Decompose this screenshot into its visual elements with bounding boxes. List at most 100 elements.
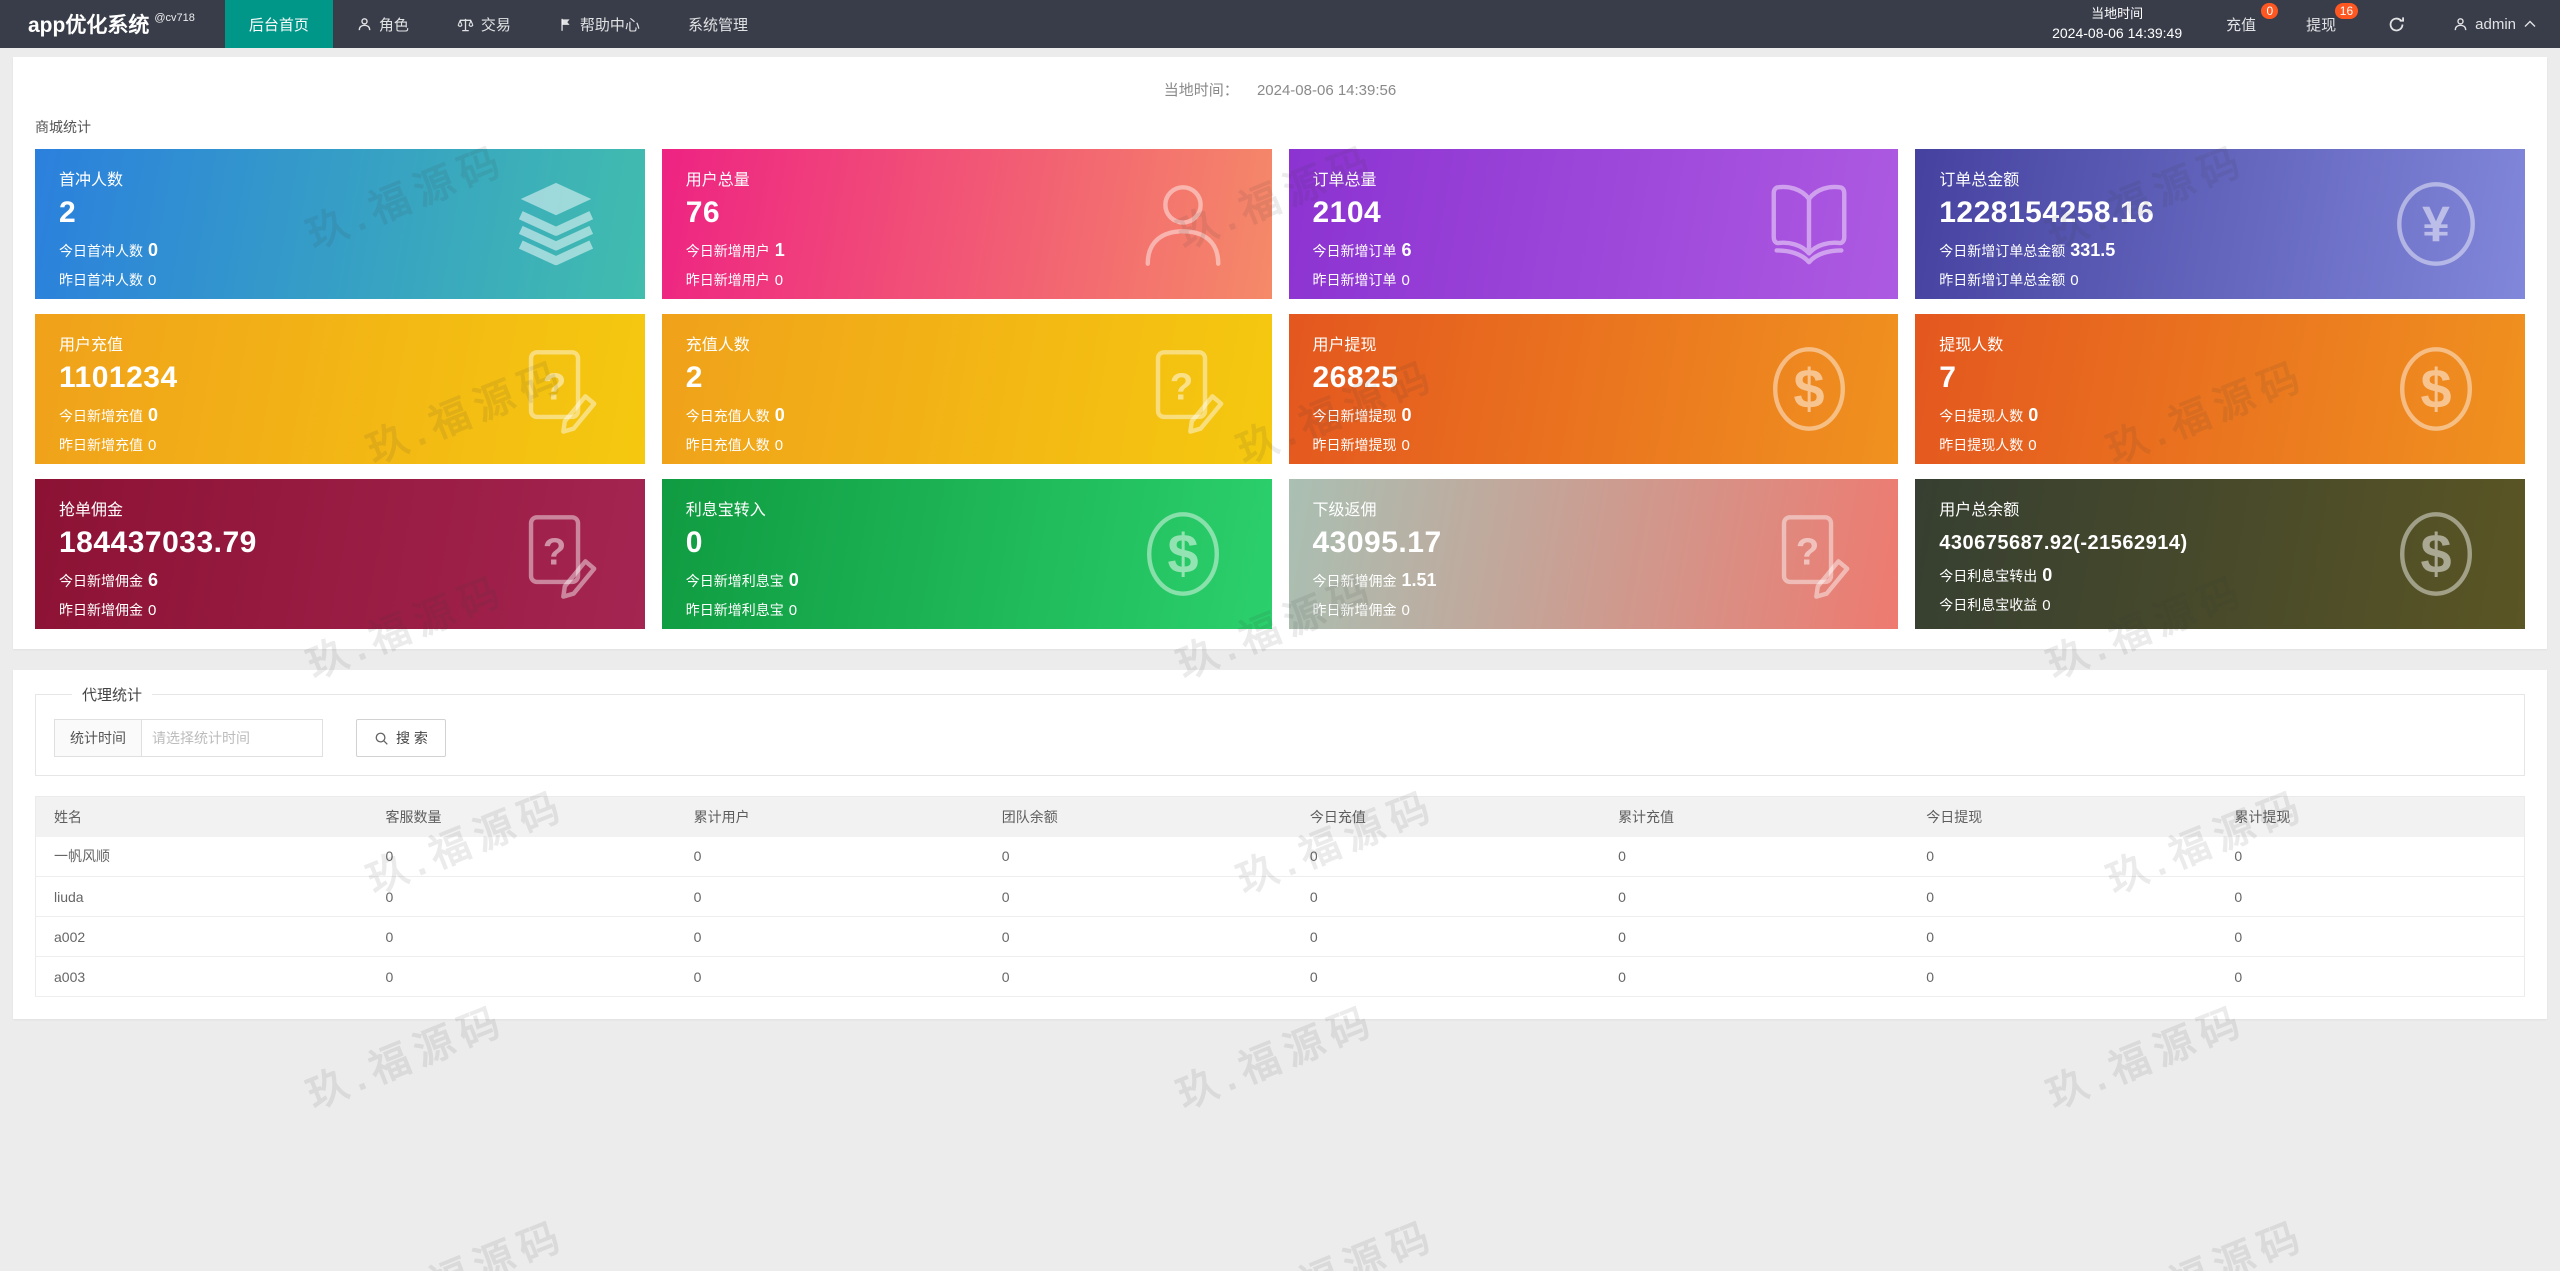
- svg-text:$: $: [1167, 522, 1198, 585]
- withdraw-badge: 16: [2334, 3, 2359, 19]
- cell: 0: [1600, 836, 1909, 877]
- stat-time-input[interactable]: [141, 719, 323, 757]
- flag-icon: [559, 17, 573, 32]
- card-line2-value: 0: [1401, 601, 1410, 619]
- svg-text:?: ?: [1796, 530, 1819, 573]
- nav-item-trade[interactable]: 交易: [433, 0, 535, 48]
- col-header-total-withdraw: 累计提现: [2216, 796, 2525, 837]
- card-line1-value: 0: [774, 404, 785, 425]
- cell-name: 一帆风顺: [35, 836, 368, 877]
- cell: 0: [2216, 836, 2525, 877]
- cell: 0: [1291, 876, 1601, 917]
- recharge-badge: 0: [2261, 3, 2279, 19]
- doc-question-icon: ?: [1136, 342, 1230, 436]
- svg-text:¥: ¥: [2422, 197, 2450, 253]
- nav-item-dashboard[interactable]: 后台首页: [224, 0, 333, 48]
- card-line1-value: 0: [788, 569, 799, 590]
- card-line2-label: 昨日新增提现: [1312, 436, 1397, 453]
- book-icon: [1762, 177, 1856, 271]
- card-line1-value: 1.51: [1401, 569, 1437, 590]
- card-line1-value: 0: [1401, 404, 1412, 425]
- withdraw-label: 提现: [2306, 16, 2337, 34]
- refresh-button[interactable]: [2364, 0, 2429, 48]
- card-line2-label: 昨日新增利息宝: [685, 601, 784, 618]
- stat-card-grab-commission: 抢单佣金 184437033.79 今日新增佣金 6 昨日新增佣金 0 ?: [35, 479, 645, 629]
- agent-table-header: 姓名 客服数量 累计用户 团队余额 今日充值 累计充值 今日提现 累计提现: [35, 796, 2525, 837]
- stat-cards-grid: 首冲人数 2 今日首冲人数 0 昨日首冲人数 0 用户总量 76 今日新增用户 1 昨…: [35, 149, 2525, 629]
- scales-icon: [457, 17, 474, 32]
- svg-text:?: ?: [1169, 365, 1192, 408]
- user-icon: [1136, 177, 1230, 271]
- watermark-text: 玖.福源码: [1227, 1203, 1444, 1271]
- svg-text:$: $: [1794, 357, 1825, 420]
- nav-item-roles[interactable]: 角色: [333, 0, 433, 48]
- card-line1-label: 今日新增佣金: [59, 572, 143, 589]
- card-line1-label: 今日新增利息宝: [685, 572, 784, 589]
- col-header-team-balance: 团队余额: [983, 796, 1292, 837]
- search-icon: [374, 731, 389, 746]
- col-header-today-withdraw: 今日提现: [1908, 796, 2217, 837]
- mall-section-title: 商城统计: [35, 119, 91, 135]
- card-line2-value: 0: [1401, 436, 1410, 454]
- nav-item-help-center[interactable]: 帮助中心: [535, 0, 664, 48]
- svg-text:$: $: [2420, 357, 2451, 420]
- user-menu[interactable]: admin: [2429, 0, 2560, 48]
- card-line1-value: 0: [148, 239, 159, 260]
- dollar-circle-icon: $: [2389, 507, 2483, 601]
- stat-card-sub-rebate: 下级返佣 43095.17 今日新增佣金 1.51 昨日新增佣金 0 ?: [1288, 479, 1899, 629]
- col-header-total-users: 累计用户: [675, 796, 984, 837]
- card-line1-value: 6: [148, 569, 159, 590]
- card-line2-label: 昨日充值人数: [685, 436, 770, 453]
- local-time-label: 当地时间: [2091, 5, 2144, 21]
- card-line2-label: 今日利息宝收益: [1939, 597, 2038, 613]
- cell: 0: [1291, 916, 1601, 957]
- card-line2-value: 0: [148, 271, 157, 289]
- card-line1-label: 今日新增提现: [1312, 407, 1397, 424]
- nav-item-withdraw[interactable]: 提现 16: [2284, 0, 2364, 48]
- card-line2-label: 昨日新增订单总金额: [1939, 271, 2066, 288]
- stat-card-user-withdraw: 用户提现 26825 今日新增提现 0 昨日新增提现 0 $: [1288, 314, 1899, 464]
- dollar-circle-icon: $: [1762, 342, 1856, 436]
- cell: 0: [2216, 916, 2525, 957]
- card-line2-value: 0: [774, 436, 784, 454]
- cell: 0: [367, 916, 676, 957]
- doc-question-icon: ?: [509, 507, 603, 601]
- card-line1-value: 331.5: [2070, 239, 2116, 260]
- mall-stats-panel: 当地时间： 2024-08-06 14:39:56 商城统计 首冲人数 2 今日…: [13, 57, 2547, 649]
- cell: 0: [2216, 876, 2525, 917]
- card-line2-value: 0: [788, 601, 798, 619]
- brand-title: app优化系统: [28, 14, 150, 37]
- cell: 0: [675, 876, 984, 917]
- table-row: a002 0 0 0 0 0 0 0: [35, 916, 2525, 957]
- search-button[interactable]: 搜 索: [356, 719, 446, 757]
- search-button-label: 搜 索: [396, 730, 428, 746]
- stat-card-interest-in: 利息宝转入 0 今日新增利息宝 0 昨日新增利息宝 0 $: [661, 479, 1272, 629]
- cell: 0: [367, 876, 676, 917]
- nav-item-system[interactable]: 系统管理: [664, 0, 772, 48]
- nav-item-label: 帮助中心: [579, 16, 640, 34]
- col-header-today-recharge: 今日充值: [1291, 796, 1601, 837]
- card-line1-value: 0: [2028, 404, 2039, 425]
- username: admin: [2475, 15, 2516, 33]
- content-local-time-label: 当地时间：: [1163, 82, 1239, 99]
- brand-version: @cv718: [154, 12, 195, 24]
- card-line2-label: 昨日提现人数: [1939, 436, 2024, 453]
- card-line2-value: 0: [2070, 271, 2079, 289]
- card-line2-label: 昨日新增订单: [1312, 271, 1397, 288]
- nav-item-recharge[interactable]: 充值 0: [2204, 0, 2284, 48]
- table-row: a003 0 0 0 0 0 0 0: [35, 956, 2525, 997]
- cell-name: liuda: [35, 876, 368, 917]
- cell: 0: [675, 916, 984, 957]
- main-menu: 后台首页 角色 交易 帮助中心 系统管理: [224, 0, 772, 48]
- stat-card-withdraw-users: 提现人数 7 今日提现人数 0 昨日提现人数 0 $: [1915, 314, 2525, 464]
- cell: 0: [367, 956, 676, 997]
- chevron-up-icon: [2524, 20, 2536, 28]
- card-line1-label: 今日新增用户: [685, 242, 770, 259]
- card-line1-label: 今日新增充值: [59, 407, 143, 424]
- app-logo[interactable]: app优化系统 @cv718: [0, 0, 225, 48]
- agent-table: 姓名 客服数量 累计用户 团队余额 今日充值 累计充值 今日提现 累计提现 一帆…: [35, 796, 2525, 997]
- cell: 0: [367, 836, 676, 877]
- agent-search-form: 统计时间 搜 索: [54, 719, 2506, 757]
- card-line1-label: 今日新增佣金: [1312, 572, 1397, 589]
- table-row: liuda 0 0 0 0 0 0 0: [35, 876, 2525, 917]
